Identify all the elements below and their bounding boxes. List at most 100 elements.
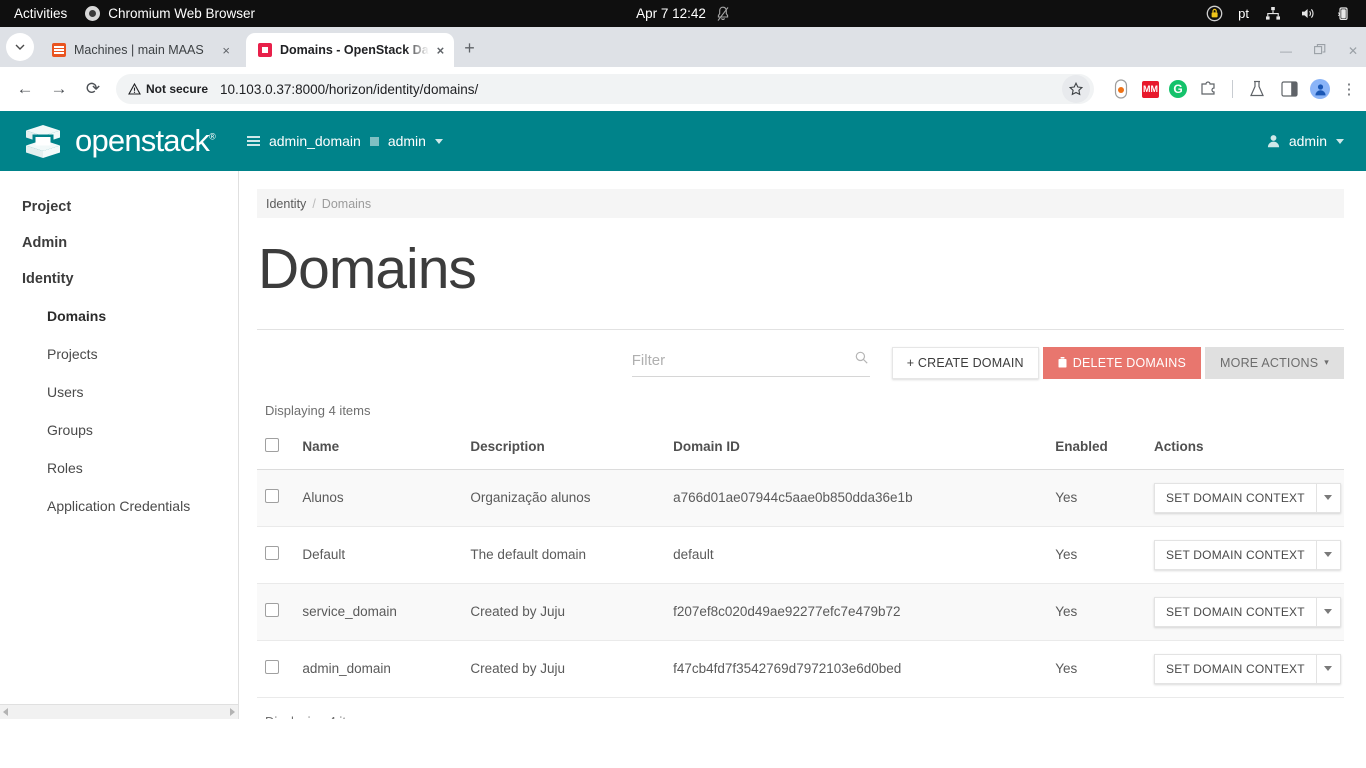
tab-close-button[interactable]: ×	[437, 43, 445, 58]
row-action-group[interactable]: SET DOMAIN CONTEXT	[1154, 596, 1341, 627]
column-header-enabled[interactable]: Enabled	[1055, 429, 1155, 470]
delete-domains-button[interactable]: DELETE DOMAINS	[1042, 346, 1202, 379]
chevron-down-icon: ▾	[1324, 357, 1329, 368]
kebab-menu[interactable]: ⋮	[1340, 80, 1358, 98]
pill-icon[interactable]	[1110, 78, 1132, 100]
sidebar-item-domains[interactable]: Domains	[0, 297, 238, 335]
row-checkbox[interactable]	[265, 603, 279, 618]
back-button[interactable]: ←	[8, 72, 42, 106]
main-content: Identity / Domains Domains + CREATE DOMA…	[239, 171, 1366, 719]
select-all-checkbox[interactable]	[265, 437, 279, 452]
breadcrumb-identity[interactable]: Identity	[266, 197, 306, 211]
bell-off-icon[interactable]	[716, 6, 730, 22]
row-actions-dropdown-button[interactable]	[1316, 653, 1341, 684]
row-action-group[interactable]: SET DOMAIN CONTEXT	[1154, 653, 1341, 684]
column-header-domain-id[interactable]: Domain ID	[673, 429, 1056, 470]
row-select-cell[interactable]	[257, 469, 303, 527]
sidebar-item-application-credentials[interactable]: Application Credentials	[0, 487, 238, 525]
row-checkbox[interactable]	[265, 489, 279, 504]
set-domain-context-button[interactable]: SET DOMAIN CONTEXT	[1154, 539, 1317, 570]
sidebar-item-roles[interactable]: Roles	[0, 449, 238, 487]
table-row[interactable]: Default The default domain default Yes S…	[257, 526, 1344, 584]
create-domain-button[interactable]: + CREATE DOMAIN	[891, 346, 1039, 379]
row-actions-dropdown-button[interactable]	[1316, 482, 1341, 513]
system-tray[interactable]: pt	[1203, 0, 1354, 27]
window-minimize-button[interactable]: —	[1280, 44, 1292, 59]
row-select-cell[interactable]	[257, 583, 303, 641]
scroll-right-arrow-icon[interactable]	[230, 708, 235, 716]
row-select-cell[interactable]	[257, 526, 303, 584]
active-application-menu[interactable]: Chromium Web Browser	[85, 6, 255, 21]
cell-description: Created by Juju	[470, 583, 674, 641]
active-application-label: Chromium Web Browser	[108, 6, 256, 21]
mm-icon[interactable]: MM	[1142, 80, 1159, 98]
chevron-down-icon[interactable]	[1336, 138, 1344, 144]
sidebar-group-identity[interactable]: Identity	[0, 261, 238, 297]
side-panel-icon[interactable]	[1278, 78, 1300, 100]
set-domain-context-button[interactable]: SET DOMAIN CONTEXT	[1154, 653, 1317, 684]
window-maximize-button[interactable]	[1313, 44, 1326, 59]
chevron-down-icon	[1324, 609, 1333, 615]
cell-domain-id: default	[673, 526, 1056, 584]
cell-name: service_domain	[302, 583, 471, 641]
table-row[interactable]: service_domain Created by Juju f207ef8c0…	[257, 583, 1344, 641]
table-toolbar: + CREATE DOMAIN DELETE DOMAINS MORE ACTI…	[257, 330, 1344, 379]
filter-field[interactable]	[631, 348, 870, 378]
set-domain-context-button[interactable]: SET DOMAIN CONTEXT	[1154, 596, 1317, 627]
window-close-button[interactable]: ✕	[1348, 44, 1358, 59]
user-menu[interactable]: admin	[1267, 133, 1344, 149]
sidebar-item-users[interactable]: Users	[0, 373, 238, 411]
cell-enabled: Yes	[1055, 469, 1155, 527]
row-action-group[interactable]: SET DOMAIN CONTEXT	[1154, 482, 1341, 513]
table-row[interactable]: admin_domain Created by Juju f47cb4fd7f3…	[257, 640, 1344, 698]
puzzle-icon[interactable]	[1197, 78, 1219, 100]
tab-title: Domains - OpenStack Da	[280, 43, 429, 57]
openstack-logo[interactable]: openstack®	[22, 121, 216, 161]
reload-button[interactable]: ⟳	[76, 72, 110, 106]
forward-button[interactable]: →	[42, 72, 76, 106]
browser-tab-1[interactable]: Machines | main MAAS ×	[40, 33, 240, 67]
grammarly-icon[interactable]: G	[1169, 80, 1187, 98]
openstack-cube-icon	[22, 121, 64, 161]
profile-avatar[interactable]	[1310, 79, 1330, 99]
search-input[interactable]	[631, 348, 870, 378]
flask-icon[interactable]	[1246, 78, 1268, 100]
star-icon[interactable]	[1062, 75, 1090, 103]
table-row[interactable]: Alunos Organização alunos a766d01ae07944…	[257, 469, 1344, 527]
browser-toolbar: ← → ⟳ Not secure 10.103.0.37:8000/horizo…	[0, 67, 1366, 111]
more-actions-button[interactable]: MORE ACTIONS ▾	[1205, 346, 1344, 379]
sidebar-horizontal-scrollbar[interactable]	[0, 704, 239, 719]
sidebar-item-groups[interactable]: Groups	[0, 411, 238, 449]
url-text: 10.103.0.37:8000/horizon/identity/domain…	[220, 81, 479, 97]
column-header-description[interactable]: Description	[470, 429, 674, 470]
clock[interactable]: Apr 7 12:42	[636, 6, 706, 21]
row-actions-dropdown-button[interactable]	[1316, 596, 1341, 627]
keyboard-layout-indicator[interactable]: pt	[1238, 6, 1249, 21]
chevron-down-icon[interactable]	[434, 138, 443, 144]
row-actions-dropdown-button[interactable]	[1316, 539, 1341, 570]
row-select-cell[interactable]	[257, 640, 303, 698]
warning-triangle-icon	[128, 83, 141, 95]
not-secure-indicator[interactable]: Not secure	[128, 82, 208, 96]
column-header-name[interactable]: Name	[302, 429, 471, 470]
sidebar-group-project[interactable]: Project	[0, 189, 238, 225]
browser-tab-2[interactable]: Domains - OpenStack Da ×	[246, 33, 455, 67]
row-checkbox[interactable]	[265, 546, 279, 561]
chevron-down-icon	[1324, 552, 1333, 558]
address-bar[interactable]: Not secure 10.103.0.37:8000/horizon/iden…	[116, 74, 1094, 104]
sidebar-group-admin[interactable]: Admin	[0, 225, 238, 261]
sidebar-item-projects[interactable]: Projects	[0, 335, 238, 373]
tab-search-button[interactable]	[6, 33, 34, 61]
scroll-left-arrow-icon[interactable]	[3, 708, 8, 716]
search-icon[interactable]	[855, 351, 868, 367]
cell-enabled: Yes	[1055, 583, 1155, 641]
row-action-group[interactable]: SET DOMAIN CONTEXT	[1154, 539, 1341, 570]
select-all-header[interactable]	[257, 429, 303, 470]
cell-actions: SET DOMAIN CONTEXT	[1154, 583, 1344, 641]
domain-context-switcher[interactable]: admin_domain admin	[246, 133, 443, 149]
new-tab-button[interactable]: +	[464, 38, 475, 59]
set-domain-context-button[interactable]: SET DOMAIN CONTEXT	[1154, 482, 1317, 513]
tab-close-button[interactable]: ×	[222, 43, 230, 58]
row-checkbox[interactable]	[265, 660, 279, 675]
activities-button[interactable]: Activities	[14, 6, 67, 21]
